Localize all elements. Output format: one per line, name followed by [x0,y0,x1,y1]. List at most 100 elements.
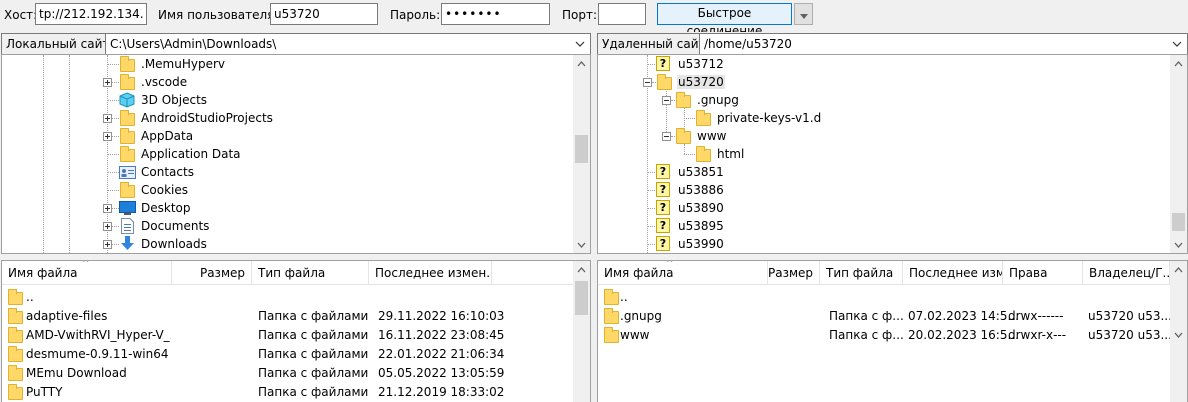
file-modified: 07.02.2023 14:5... [908,309,1019,323]
chevron-down-icon [575,41,585,47]
column-modified[interactable]: Последнее измен... [369,261,492,285]
unknown-folder-icon: ? [656,164,670,179]
local-list-scrollbar[interactable] [573,261,590,402]
tree-item[interactable]: ? u53895 [598,217,1168,235]
table-row[interactable]: .. [598,288,1170,307]
collapse-icon[interactable] [643,78,652,87]
scroll-thumb[interactable] [575,135,588,163]
tree-item[interactable]: ? u53886 [598,181,1168,199]
port-label: Порт: [562,8,598,22]
remote-file-list[interactable]: Имя файла ^ Размер Тип файла Последнее и… [597,260,1188,402]
column-name[interactable]: Имя файла [598,261,768,285]
tree-item[interactable]: u53720 [598,73,1168,91]
expand-icon[interactable] [103,240,112,249]
file-modified: 20.02.2023 16:5... [908,328,1019,342]
scroll-down-icon[interactable] [1170,236,1187,253]
tree-item-label: html [717,147,745,161]
table-row[interactable]: MEmu Download Папка с файлами 05.05.2022… [2,364,573,383]
tree-item-label: private-keys-v1.d [717,111,822,125]
remote-path-combo[interactable]: /home/u53720 [699,33,1188,55]
scroll-down-icon[interactable] [1170,326,1187,343]
quickconnect-bar: Хост: Имя пользователя: Пароль: Порт: Бы… [0,0,1188,38]
tree-item[interactable]: ? u53712 [598,55,1168,73]
tree-item[interactable]: private-keys-v1.d [598,109,1168,127]
column-modified[interactable]: Последнее изме... [903,261,1003,285]
file-name: .. [620,290,628,304]
expand-icon[interactable] [103,132,112,141]
tree-item[interactable]: html [598,145,1168,163]
file-name: AMD-VwithRVI_Hyper-V_... [26,328,171,342]
local-directory-tree[interactable]: .MemuHyperv .vscode 3D Objects AndroidSt… [1,54,591,254]
tree-item-label: u53890 [678,201,724,215]
column-type[interactable]: Тип файла [252,261,369,285]
expand-icon[interactable] [103,204,112,213]
scroll-up-icon[interactable] [573,261,590,278]
quickconnect-history-dropdown[interactable] [794,3,813,25]
table-row[interactable]: AMD-VwithRVI_Hyper-V_... Папка с файлами… [2,326,573,345]
local-site-bar: Локальный сайт: C:\Users\Admin\Downloads… [1,32,591,56]
tree-item[interactable]: www [598,127,1168,145]
column-size[interactable]: Размер [768,261,820,285]
file-name: adaptive-files [26,309,108,323]
quickconnect-button[interactable]: Быстрое соединение [657,3,792,38]
table-row[interactable]: PuTTY Папка с файлами 21.12.2019 18:33:0… [2,383,573,402]
tree-item[interactable]: .vscode [2,73,572,91]
table-row[interactable]: adaptive-files Папка с файлами 29.11.202… [2,307,573,326]
scroll-thumb[interactable] [575,281,588,315]
tree-item[interactable]: .MemuHyperv [2,55,572,73]
tree-item[interactable]: Desktop [2,199,572,217]
host-input[interactable] [35,3,147,25]
tree-item-label: u53895 [678,219,724,233]
table-row[interactable]: .gnupg Папка с ф... 07.02.2023 14:5... d… [598,307,1172,326]
tree-item[interactable]: Contacts [2,163,572,181]
unknown-folder-icon: ? [656,200,670,215]
tree-item[interactable]: ? u53890 [598,199,1168,217]
tree-item[interactable]: AppData [2,127,572,145]
tree-item[interactable]: AndroidStudioProjects [2,109,572,127]
tree-item[interactable]: Application Data [2,145,572,163]
local-file-list[interactable]: Имя файла ^ Размер Тип файла Последнее и… [1,260,591,402]
local-tree-scrollbar[interactable] [573,55,590,253]
scroll-up-icon[interactable] [1170,55,1187,72]
port-input[interactable] [598,3,646,25]
tree-item[interactable]: Documents [2,217,572,235]
tree-item-label: www [697,129,727,143]
tree-item[interactable]: ? u53851 [598,163,1168,181]
folder-icon [676,92,691,108]
host-label: Хост: [4,8,38,22]
scroll-thumb[interactable] [1172,213,1185,231]
remote-directory-tree[interactable]: ? u53712 u53720 .gnupg private-keys-v1.d… [597,54,1188,254]
column-permissions[interactable]: Права [1003,261,1083,285]
pane-splitter[interactable] [591,29,597,402]
column-owner[interactable]: Владелец/Г... [1083,261,1170,285]
username-label: Имя пользователя: [158,8,279,22]
column-size[interactable]: Размер [172,261,252,285]
expand-icon[interactable] [103,222,112,231]
username-input[interactable] [270,3,378,25]
collapse-icon[interactable] [662,132,671,141]
password-input[interactable] [441,3,550,25]
table-row[interactable]: www Папка с ф... 20.02.2023 16:5... drwx… [598,326,1172,345]
local-path-combo[interactable]: C:\Users\Admin\Downloads\ [105,33,591,55]
expand-icon[interactable] [103,78,112,87]
tree-item[interactable]: .gnupg [598,91,1168,127]
expand-icon[interactable] [103,114,112,123]
tree-item[interactable]: Downloads [2,235,572,253]
tree-item[interactable]: ? u53990 [598,235,1168,253]
table-row[interactable]: desmume-0.9.11-win64 Папка с файлами 22.… [2,345,573,364]
tree-item[interactable]: Cookies [2,181,572,199]
column-type[interactable]: Тип файла [820,261,903,285]
local-list-header: Имя файла ^ Размер Тип файла Последнее и… [2,261,573,285]
remote-list-scrollbar[interactable] [1170,261,1187,402]
remote-tree-scrollbar[interactable] [1170,55,1187,253]
scroll-down-icon[interactable] [573,236,590,253]
table-row[interactable]: .. [2,288,573,307]
collapse-icon[interactable] [662,96,671,105]
downloads-icon [121,236,134,250]
tree-item-label: Cookies [141,183,188,197]
local-site-label: Локальный сайт: [1,33,118,55]
scroll-up-icon[interactable] [573,55,590,72]
scroll-up-icon[interactable] [1170,261,1187,278]
file-type: Папка с ф... [829,309,904,323]
tree-item[interactable]: 3D Objects [2,91,572,109]
